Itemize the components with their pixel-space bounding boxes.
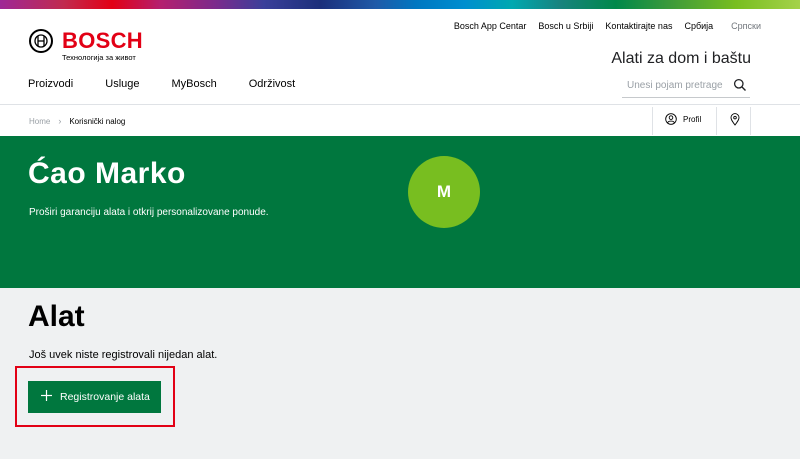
chevron-right-icon: › <box>58 116 62 126</box>
register-tool-label: Registrovanje alata <box>60 391 150 403</box>
profile-label: Profil <box>683 114 702 124</box>
greeting-heading: Ćao Marko <box>28 157 186 190</box>
breadcrumb: Home › Korisnički nalog <box>29 116 125 126</box>
brand-name: BOSCH <box>62 28 143 53</box>
breadcrumb-current: Korisnički nalog <box>69 116 126 126</box>
greeting-subtitle: Proširi garanciju alata i otkrij persona… <box>29 207 269 218</box>
welcome-banner: Ćao Marko Proširi garanciju alata i otkr… <box>0 136 800 288</box>
brand-color-strip <box>0 0 800 9</box>
top-links: Bosch App Centar Bosch u Srbiji Kontakti… <box>454 21 761 31</box>
breadcrumb-bar: Home › Korisnički nalog Profil <box>0 106 800 136</box>
top-link-country[interactable]: Србија <box>684 21 713 31</box>
divider <box>716 107 717 135</box>
register-tool-button[interactable]: Registrovanje alata <box>28 381 161 413</box>
nav-item-services[interactable]: Usluge <box>105 78 139 90</box>
user-icon <box>665 113 677 125</box>
tools-section: Alat Još uvek niste registrovali nijedan… <box>0 288 800 459</box>
nav-item-mybosch[interactable]: MyBosch <box>172 78 217 90</box>
divider <box>652 107 653 135</box>
language-selector[interactable]: Српски <box>731 21 761 31</box>
tools-heading: Alat <box>28 300 85 333</box>
top-link-bosch-serbia[interactable]: Bosch u Srbiji <box>538 21 593 31</box>
profile-link[interactable]: Profil <box>665 113 701 125</box>
brand-tagline: Технологија за живот <box>62 53 136 62</box>
search-icon[interactable] <box>733 78 747 97</box>
bosch-logo[interactable]: BOSCH Технологија за живот <box>29 28 159 63</box>
location-pin-icon[interactable] <box>730 113 740 131</box>
breadcrumb-home[interactable]: Home <box>29 117 50 126</box>
nav-item-products[interactable]: Proizvodi <box>28 78 73 90</box>
nav-item-sustainability[interactable]: Održivost <box>249 78 295 90</box>
category-title: Alati za dom i baštu <box>611 50 751 67</box>
bosch-armature-icon <box>29 29 53 53</box>
search-input[interactable]: Unesi pojam pretrage <box>622 76 750 98</box>
main-nav: Proizvodi Usluge MyBosch Održivost <box>28 78 327 90</box>
tools-empty-message: Još uvek niste registrovali nijedan alat… <box>29 349 218 361</box>
top-link-app-center[interactable]: Bosch App Centar <box>454 21 527 31</box>
top-link-contact[interactable]: Kontaktirajte nas <box>605 21 672 31</box>
plus-icon <box>41 390 52 404</box>
divider <box>750 107 751 135</box>
search-placeholder: Unesi pojam pretrage <box>627 80 723 91</box>
avatar[interactable]: M <box>408 156 480 228</box>
site-header: BOSCH Технологија за живот Bosch App Cen… <box>0 9 800 105</box>
